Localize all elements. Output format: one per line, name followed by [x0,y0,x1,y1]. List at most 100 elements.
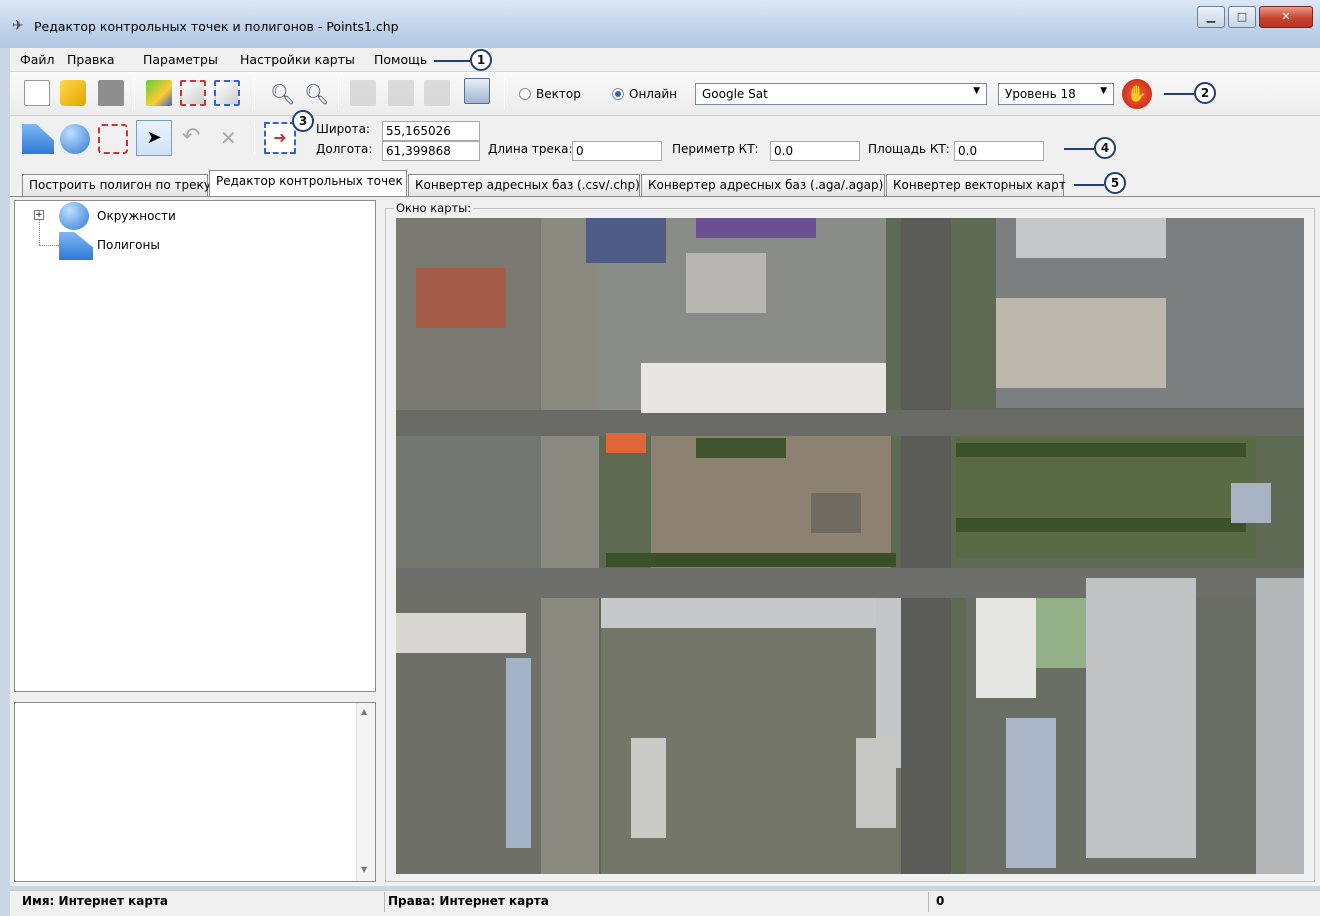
online-radio[interactable] [612,88,624,100]
callout-arrow [1074,184,1104,186]
polygon-icon [59,232,93,260]
building [1231,483,1271,523]
roof-orange [606,433,646,453]
undo-icon[interactable]: ↶ [182,124,200,149]
chevron-down-icon: ▼ [1100,86,1107,96]
roof-red [416,268,506,328]
delete-node-icon[interactable]: ✕ [220,126,237,150]
disk-icon[interactable] [464,78,490,104]
export-disabled-icon[interactable] [350,80,376,106]
tab-csv-converter[interactable]: Конвертер адресных баз (.csv/.chp) [408,174,640,196]
object-tree[interactable]: + Окружности Полигоны [14,200,376,692]
satellite-imagery [396,218,1304,874]
callout-badge: 3 [292,110,314,132]
building-blue [586,218,666,263]
info-textbox[interactable] [14,702,376,882]
save-icon[interactable] [98,80,124,106]
track-length-field[interactable]: 0 [572,141,662,161]
zoom-level-value: Уровень 18 [1005,87,1076,101]
vertical-scrollbar[interactable]: ▲ ▼ [356,703,375,881]
add-point-icon[interactable] [180,80,206,106]
map-source-select[interactable]: Google Sat ▼ [695,83,987,105]
tab-build-polygon[interactable]: Построить полигон по треку [22,174,211,196]
longitude-label: Долгота: [316,142,373,156]
open-folder-icon[interactable] [60,80,86,106]
building [1016,218,1166,258]
import-icon[interactable] [146,80,172,106]
close-button[interactable]: ✕ [1259,6,1313,28]
satellite-map[interactable] [396,218,1304,874]
online-label: Онлайн [629,87,677,101]
building [601,598,891,628]
zoom-level-select[interactable]: Уровень 18 ▼ [998,83,1114,105]
menu-help[interactable]: Помощь [374,52,427,67]
tree-row [956,443,1246,457]
building-white [641,363,886,413]
map-frame-label: Окно карты: [394,201,474,215]
scroll-down-icon[interactable]: ▼ [361,865,367,874]
maximize-button[interactable]: □ [1228,6,1256,28]
zoom-out-icon[interactable]: 🔍︎ [270,82,295,106]
building [631,738,666,838]
edit-toolbar [10,116,1320,168]
toolbar-separator [504,78,505,110]
tree-item-circles[interactable]: Окружности [97,209,176,223]
zoom-in-icon[interactable]: 🔍︎ [304,82,329,106]
area-field[interactable]: 0.0 [954,141,1044,161]
expand-icon[interactable]: + [34,210,44,220]
area-label: Площадь КТ: [868,142,950,156]
edit-point-icon[interactable] [214,80,240,106]
building [686,253,766,313]
status-bar [10,890,1320,916]
street-horizontal [396,410,1304,436]
toolbar-separator [134,78,135,110]
status-separator [384,892,385,912]
building-blue [506,658,531,848]
window-title: Редактор контрольных точек и полигонов -… [34,19,399,34]
building [996,298,1166,388]
callout-badge: 5 [1104,172,1126,194]
export-disabled-icon[interactable] [388,80,414,106]
toolbar-separator [338,78,339,110]
tree-row [606,553,896,567]
minimize-button[interactable]: ▁ [1197,6,1225,28]
callout-badge: 1 [470,49,492,71]
status-name: Имя: Интернет карта [22,894,168,908]
tree-item-polygons[interactable]: Полигоны [97,238,160,252]
perimeter-field[interactable]: 0.0 [770,141,860,161]
tab-checkpoint-editor[interactable]: Редактор контрольных точек [209,170,407,196]
track-length-label: Длина трека: [488,142,573,156]
chevron-down-icon: ▼ [973,86,980,96]
app-icon: ✈ [12,18,24,34]
polyline-tool-icon[interactable] [98,124,128,154]
scroll-up-icon[interactable]: ▲ [361,707,367,716]
stop-icon[interactable]: ✋ [1122,79,1152,109]
export-disabled-icon[interactable] [424,80,450,106]
tree-row [696,438,786,458]
new-file-icon[interactable] [24,80,50,106]
longitude-field[interactable]: 61,399868 [382,141,480,161]
perimeter-label: Периметр КТ: [672,142,759,156]
callout-badge: 2 [1194,82,1216,104]
tree-line [39,245,59,246]
select-arrow-icon[interactable]: ➤ [136,120,172,156]
tab-vector-converter[interactable]: Конвертер векторных карт [886,174,1066,196]
callout-arrow [434,60,470,62]
latitude-field[interactable]: 55,165026 [382,121,480,141]
callout-arrow [1064,148,1094,150]
building [856,738,896,828]
circle-tool-icon[interactable] [60,124,90,154]
status-separator [928,892,929,912]
map-source-value: Google Sat [702,87,768,101]
vector-radio[interactable] [519,88,531,100]
import-track-icon[interactable]: ➜ [264,122,296,154]
street-vertical [541,218,599,874]
menu-edit[interactable]: Правка [67,52,115,67]
tab-aga-converter[interactable]: Конвертер адресных баз (.aga/.agap) [641,174,885,196]
menu-map-settings[interactable]: Настройки карты [240,52,355,67]
circle-icon [59,202,89,230]
menu-parameters[interactable]: Параметры [143,52,218,67]
menu-file[interactable]: Файл [20,52,55,67]
building-purple [696,218,816,238]
building-blue [1006,718,1056,868]
